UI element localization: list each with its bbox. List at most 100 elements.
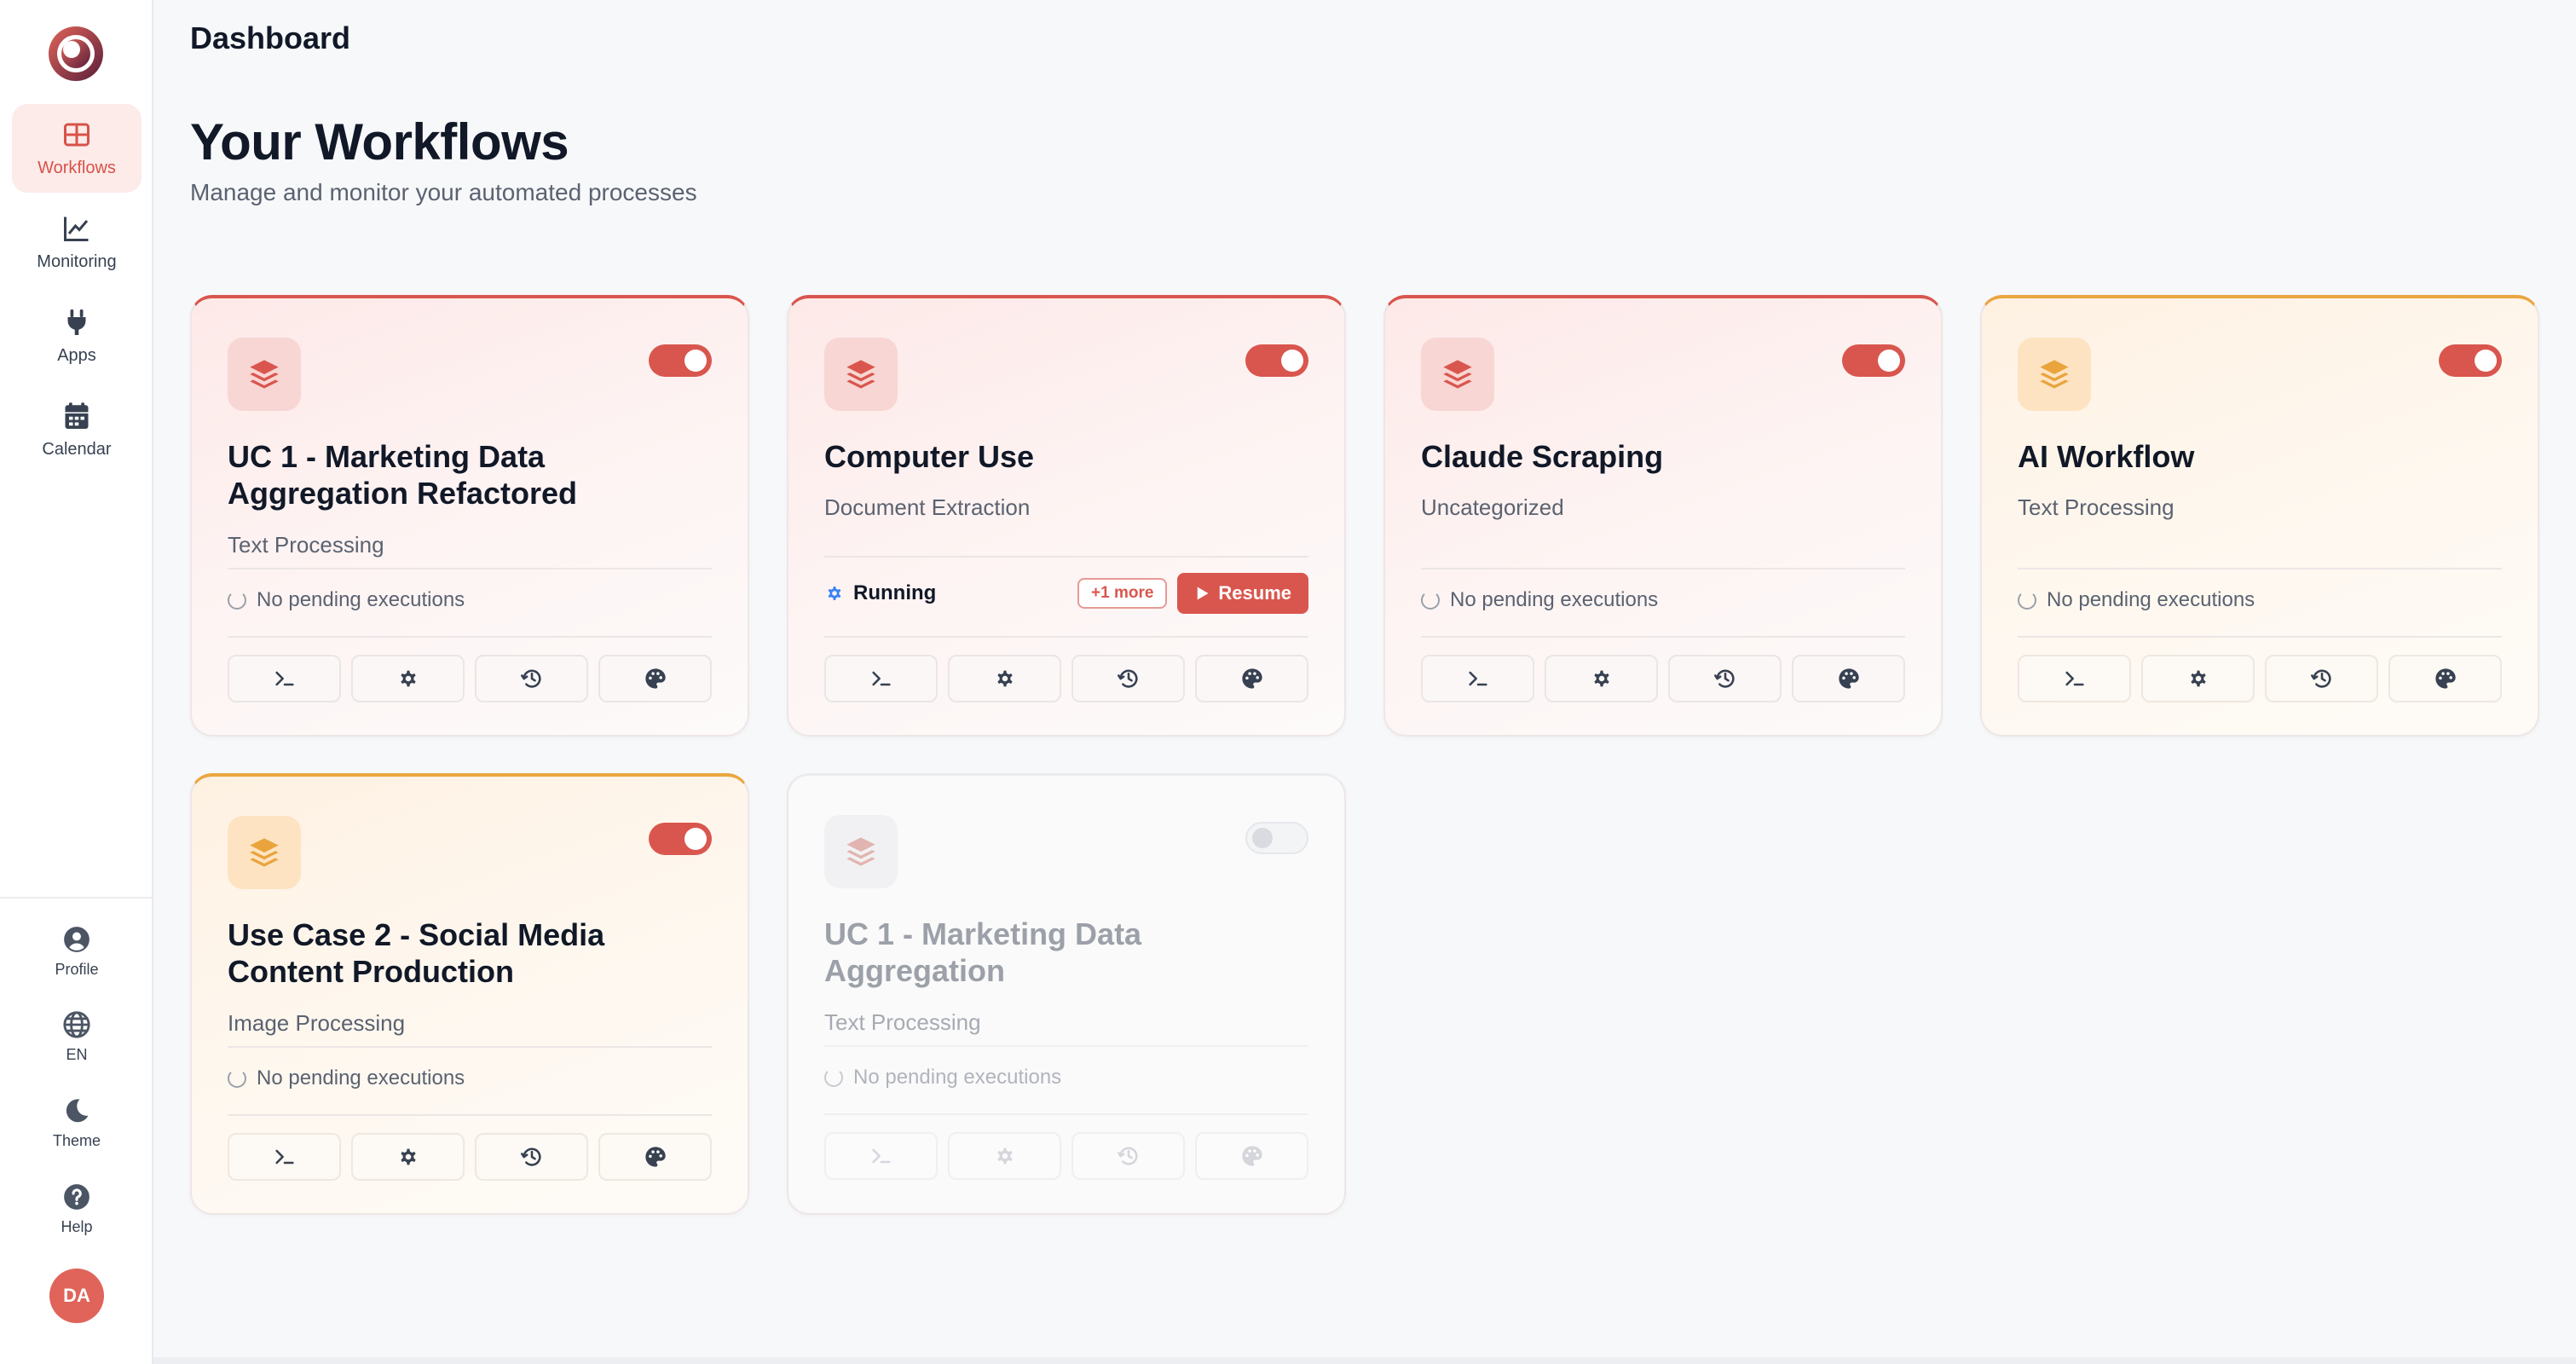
running-status: Running <box>824 581 936 605</box>
terminal-icon <box>2063 667 2087 691</box>
card-actions <box>824 1132 1308 1180</box>
workflow-title: Computer Use <box>824 439 1035 474</box>
spinner-icon <box>824 1068 843 1087</box>
history-icon <box>1713 667 1737 691</box>
spinner-icon <box>228 1069 246 1088</box>
palette-icon <box>644 1145 667 1169</box>
workflow-category: Image Processing <box>228 1010 406 1036</box>
settings-button[interactable] <box>1545 655 1658 702</box>
sidebar-item-calendar[interactable]: Calendar <box>12 385 142 474</box>
terminal-icon <box>273 1145 297 1169</box>
divider <box>2018 636 2502 638</box>
workflow-category: Text Processing <box>2018 494 2175 520</box>
theme-button[interactable] <box>1195 655 1308 702</box>
run-button[interactable] <box>1421 655 1534 702</box>
page-title: Your Workflows <box>190 113 569 170</box>
sidebar-item-theme[interactable]: Theme <box>17 1087 136 1159</box>
settings-button[interactable] <box>948 1132 1061 1180</box>
workflow-toggle[interactable] <box>1245 822 1308 854</box>
workflow-icon <box>228 338 301 411</box>
avatar[interactable]: DA <box>49 1269 104 1323</box>
settings-button[interactable] <box>948 655 1061 702</box>
settings-button[interactable] <box>351 655 465 702</box>
history-icon <box>520 1145 544 1169</box>
workflow-title: UC 1 - Marketing Data Aggregation Refact… <box>228 439 578 511</box>
settings-button[interactable] <box>351 1133 465 1181</box>
divider <box>2018 568 2502 569</box>
layers-icon <box>247 835 281 870</box>
workflow-card[interactable]: Claude Scraping Uncategorized No pending… <box>1383 295 1943 737</box>
card-actions <box>824 655 1308 702</box>
run-button[interactable] <box>824 1132 938 1180</box>
history-button[interactable] <box>1071 655 1185 702</box>
workflow-icon <box>1421 338 1494 411</box>
workflow-card[interactable]: Use Case 2 - Social Media Content Produc… <box>190 773 749 1215</box>
sidebar-item-apps[interactable]: Apps <box>12 292 142 380</box>
spinner-icon <box>1421 591 1440 610</box>
palette-icon <box>1837 667 1861 691</box>
history-button[interactable] <box>475 655 588 702</box>
page-subtitle: Manage and monitor your automated proces… <box>190 179 697 205</box>
history-icon <box>1117 1144 1141 1168</box>
card-actions <box>228 655 712 702</box>
run-button[interactable] <box>2018 655 2131 702</box>
history-button[interactable] <box>475 1133 588 1181</box>
workflow-toggle[interactable] <box>649 823 712 855</box>
workflow-card[interactable]: UC 1 - Marketing Data Aggregation Text P… <box>787 773 1346 1215</box>
more-executions-badge[interactable]: +1 more <box>1077 578 1168 609</box>
resume-button[interactable]: Resume <box>1177 573 1308 614</box>
pending-status: No pending executions <box>228 588 465 612</box>
app-logo[interactable] <box>48 26 104 82</box>
theme-button[interactable] <box>1195 1132 1308 1180</box>
terminal-icon <box>273 667 297 691</box>
divider <box>824 556 1308 558</box>
sidebar-item-workflows[interactable]: Workflows <box>12 104 142 193</box>
terminal-icon <box>869 667 893 691</box>
terminal-icon <box>1466 667 1490 691</box>
sidebar-item-language[interactable]: EN <box>17 1001 136 1072</box>
palette-icon <box>1240 667 1264 691</box>
workflow-toggle[interactable] <box>2439 344 2502 377</box>
gear-icon <box>396 1145 420 1169</box>
workflow-icon <box>228 816 301 889</box>
sidebar-item-help[interactable]: Help <box>17 1173 136 1245</box>
pending-status: No pending executions <box>824 1066 1061 1089</box>
sidebar-item-monitoring[interactable]: Monitoring <box>12 198 142 286</box>
layers-icon <box>844 835 878 869</box>
theme-button[interactable] <box>2388 655 2502 702</box>
gear-icon <box>824 583 845 604</box>
layers-icon <box>844 357 878 391</box>
run-button[interactable] <box>228 655 341 702</box>
history-button[interactable] <box>1071 1132 1185 1180</box>
divider <box>1421 636 1905 638</box>
palette-icon <box>644 667 667 691</box>
sidebar-item-label: Help <box>61 1217 93 1235</box>
terminal-icon <box>869 1144 893 1168</box>
sidebar-item-label: Theme <box>52 1131 101 1149</box>
theme-button[interactable] <box>1792 655 1905 702</box>
sidebar-item-label: Apps <box>57 345 96 365</box>
run-button[interactable] <box>228 1133 341 1181</box>
workflow-toggle[interactable] <box>1842 344 1905 377</box>
theme-button[interactable] <box>598 655 712 702</box>
run-button[interactable] <box>824 655 938 702</box>
workflow-card[interactable]: AI Workflow Text Processing No pending e… <box>1980 295 2539 737</box>
theme-button[interactable] <box>598 1133 712 1181</box>
palette-icon <box>2434 667 2458 691</box>
sidebar-item-label: Profile <box>55 960 99 978</box>
history-button[interactable] <box>2265 655 2378 702</box>
workflow-card[interactable]: Computer Use Document Extraction Running… <box>787 295 1346 737</box>
palette-icon <box>1240 1144 1264 1168</box>
divider <box>1421 568 1905 569</box>
workflow-toggle[interactable] <box>649 344 712 377</box>
plug-icon <box>67 309 86 335</box>
workflow-toggle[interactable] <box>1245 344 1308 377</box>
workflow-card[interactable]: UC 1 - Marketing Data Aggregation Refact… <box>190 295 749 737</box>
settings-button[interactable] <box>2141 655 2255 702</box>
history-button[interactable] <box>1668 655 1782 702</box>
pending-status: No pending executions <box>1421 588 1658 612</box>
sidebar-item-profile[interactable]: Profile <box>17 916 136 987</box>
sidebar-divider <box>0 897 153 899</box>
gear-icon <box>1590 667 1614 691</box>
gear-icon <box>993 1144 1017 1168</box>
